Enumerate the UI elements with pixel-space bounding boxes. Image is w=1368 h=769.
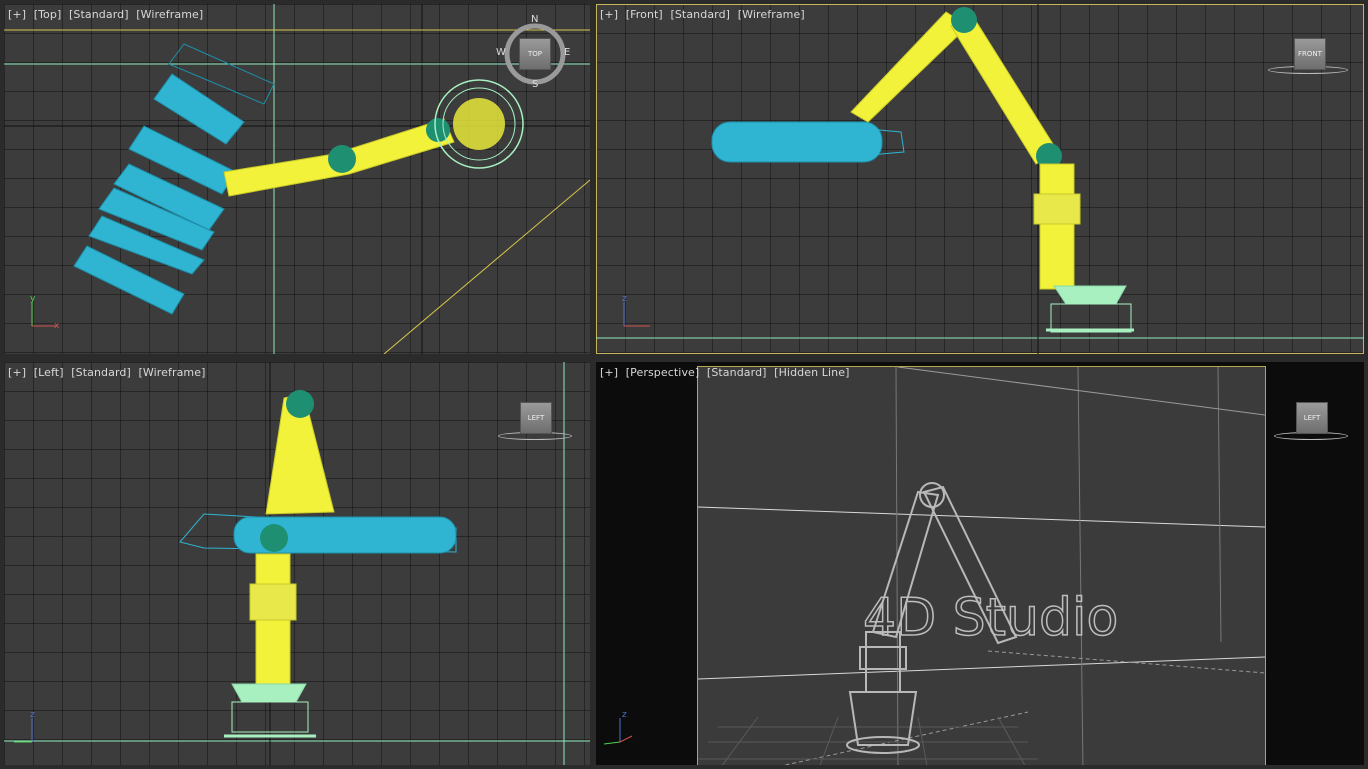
viewport-left-label[interactable]: [+] [Left] [Standard] [Wireframe]	[8, 366, 210, 379]
viewcube-top[interactable]: TOP	[519, 38, 551, 70]
left-scene	[4, 362, 590, 765]
front-scene	[596, 4, 1364, 354]
view-type-label[interactable]: [Left]	[34, 366, 64, 379]
viewcube-left[interactable]: LEFT	[520, 402, 552, 434]
watermark-text: 4D Studio	[863, 588, 1118, 648]
viewport-top[interactable]: [+] [Top] [Standard] [Wireframe] TOP N S…	[4, 4, 590, 354]
shading-label[interactable]: [Standard]	[707, 366, 767, 379]
render-mode-label[interactable]: [Wireframe]	[136, 8, 203, 21]
viewport-menu-button[interactable]: [+]	[600, 8, 618, 21]
gripper-wireframe	[711, 121, 905, 163]
viewport-front-label[interactable]: [+] [Front] [Standard] [Wireframe]	[600, 8, 809, 21]
axis-y-label: y	[30, 294, 36, 304]
render-mode-label[interactable]: [Wireframe]	[738, 8, 805, 21]
viewport-perspective[interactable]: 4D Studio [+] [Perspective] [Standard] […	[596, 362, 1364, 765]
axis-z-label: z	[30, 710, 35, 720]
compass-east: E	[564, 47, 571, 58]
viewcube-front[interactable]: FRONT	[1294, 38, 1326, 70]
axis-z-label: z	[622, 710, 627, 720]
viewport-left[interactable]: [+] [Left] [Standard] [Wireframe] LEFT z	[4, 362, 590, 765]
compass-west: W	[496, 47, 506, 58]
perspective-scene: 4D Studio	[697, 366, 1266, 765]
view-type-label[interactable]: [Perspective]	[626, 366, 700, 379]
view-type-label[interactable]: [Top]	[34, 8, 62, 21]
compass-north: N	[531, 14, 539, 25]
viewport-menu-button[interactable]: [+]	[8, 366, 26, 379]
axis-z-label: z	[622, 294, 627, 304]
shading-label[interactable]: [Standard]	[69, 8, 129, 21]
render-mode-label[interactable]: [Hidden Line]	[774, 366, 849, 379]
axis-x-label: x	[54, 321, 60, 331]
gripper-wireframe	[179, 513, 457, 554]
viewport-front[interactable]: [+] [Front] [Standard] [Wireframe] FRONT…	[596, 4, 1364, 354]
compass-south: S	[532, 79, 539, 90]
shading-label[interactable]: [Standard]	[71, 366, 131, 379]
viewport-top-label[interactable]: [+] [Top] [Standard] [Wireframe]	[8, 8, 207, 21]
viewport-menu-button[interactable]: [+]	[8, 8, 26, 21]
shading-label[interactable]: [Standard]	[670, 8, 730, 21]
view-type-label[interactable]: [Front]	[626, 8, 663, 21]
viewport-perspective-label[interactable]: [+] [Perspective] [Standard] [Hidden Lin…	[600, 366, 854, 379]
viewcube-perspective[interactable]: LEFT	[1296, 402, 1328, 434]
render-mode-label[interactable]: [Wireframe]	[138, 366, 205, 379]
viewport-menu-button[interactable]: [+]	[600, 366, 618, 379]
safe-frame: 4D Studio	[697, 366, 1266, 765]
